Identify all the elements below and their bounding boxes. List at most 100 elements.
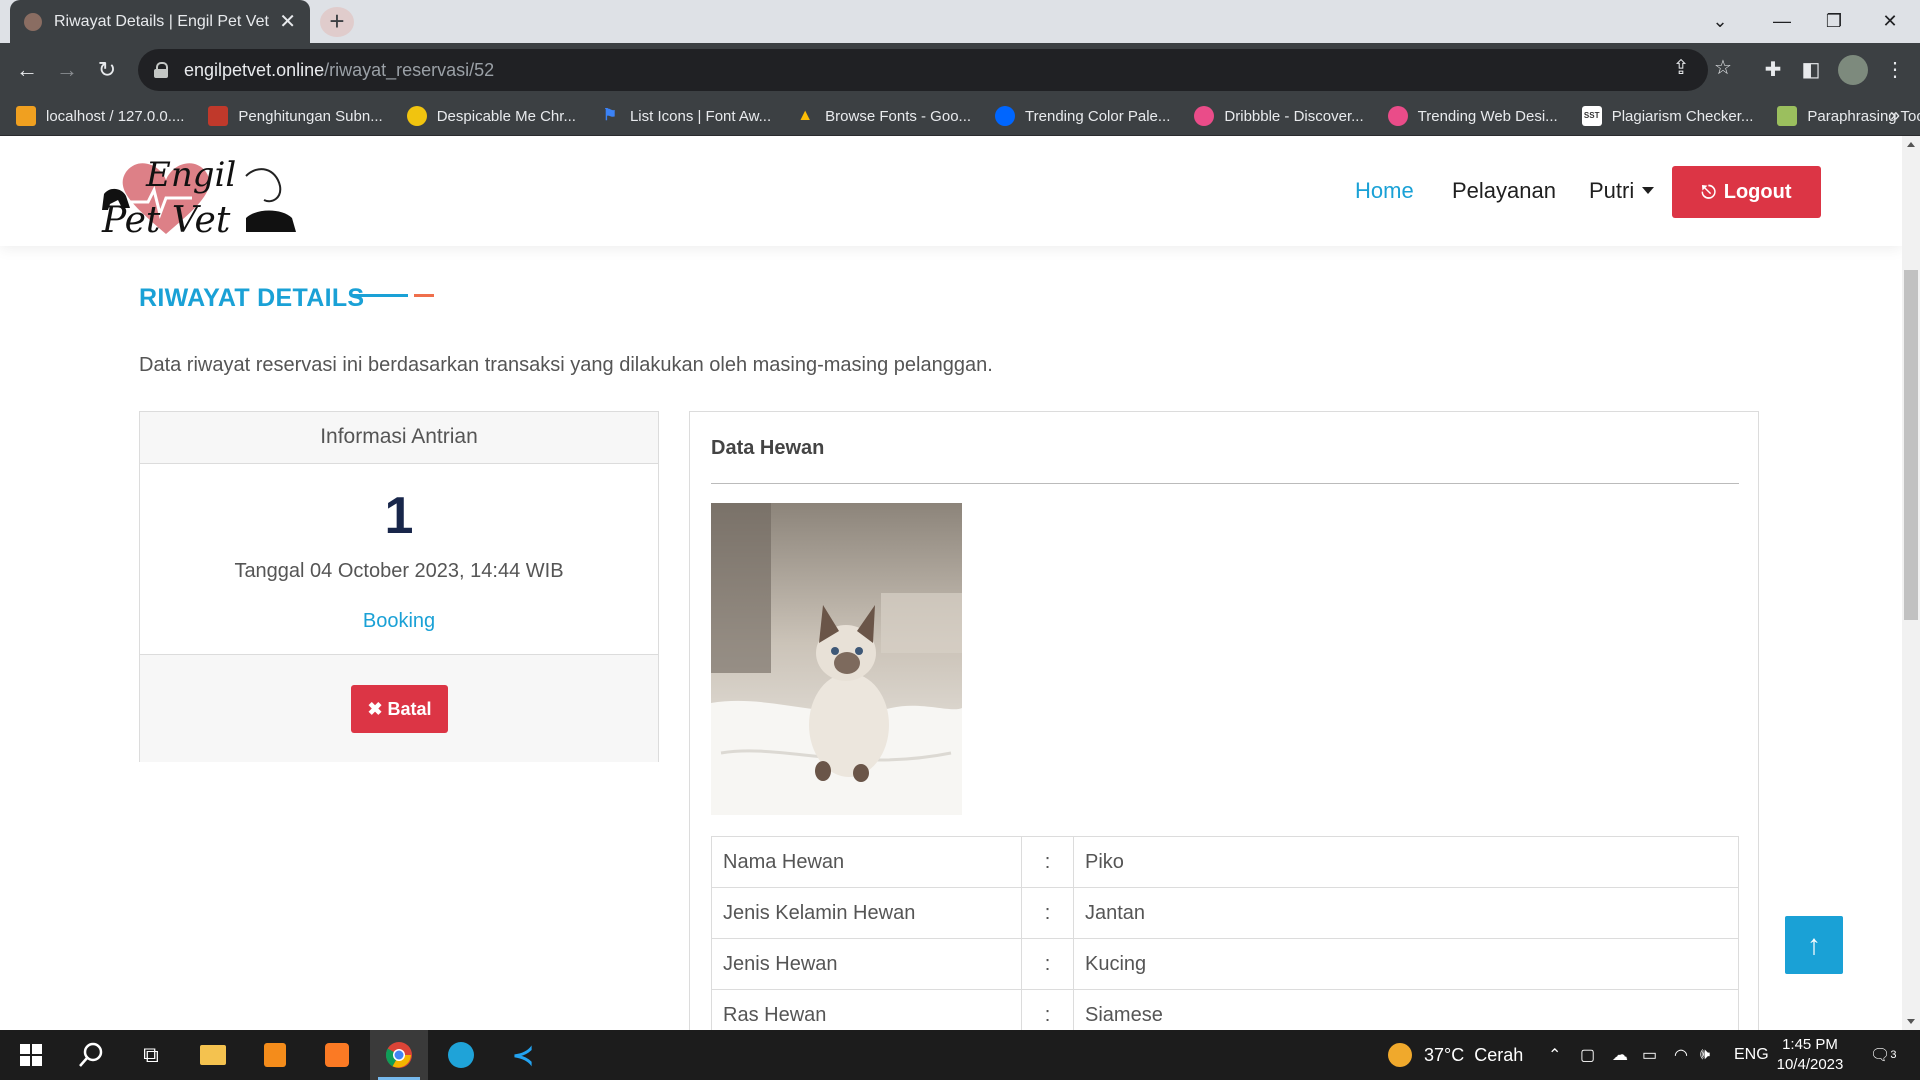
section-title: RIWAYAT DETAILS [139, 284, 365, 312]
pet-details-table: Nama Hewan : Piko Jenis Kelamin Hewan : … [711, 836, 1739, 1030]
address-bar[interactable]: engilpetvet.online/riwayat_reservasi/52 [138, 49, 1708, 91]
extensions-icon[interactable]: ✚ [1758, 55, 1788, 85]
close-tab-icon[interactable]: ✕ [279, 9, 296, 34]
divider [711, 483, 1739, 484]
sst-icon: SST [1581, 106, 1602, 126]
bookmark-star-icon[interactable]: ☆ [1708, 53, 1738, 83]
restore-button[interactable]: ❐ [1804, 0, 1864, 43]
nav-home[interactable]: Home [1355, 178, 1414, 204]
site-favicon-icon [24, 12, 42, 31]
browser-tab[interactable]: Riwayat Details | Engil Pet Vet ✕ [10, 0, 310, 43]
new-tab-button[interactable]: + [320, 7, 354, 37]
nav-pelayanan[interactable]: Pelayanan [1452, 178, 1556, 204]
bookmark-item[interactable]: Dribbble - Discover... [1194, 106, 1364, 126]
bookmarks-bar: localhost / 127.0.0.... Penghitungan Sub… [0, 97, 1920, 136]
title-underline [352, 294, 408, 297]
pet-card-heading: Data Hewan [711, 437, 825, 459]
notifications-icon[interactable]: 🗨 3 [1870, 1030, 1896, 1080]
bookmark-item[interactable]: Trending Web Desi... [1387, 106, 1558, 126]
clock-date: 10/4/2023 [1776, 1056, 1844, 1073]
search-icon[interactable] [62, 1030, 120, 1080]
volume-icon[interactable]: 🕪 [1700, 1030, 1710, 1080]
file-explorer-icon[interactable] [184, 1030, 242, 1080]
vscode-icon[interactable]: ≺ [494, 1030, 552, 1080]
bookmark-item[interactable]: Trending Color Pale... [995, 106, 1170, 126]
site-header: Engil Pet Vet Home Pelayanan Putri ⎋ Log… [0, 136, 1902, 246]
nav-user-dropdown[interactable]: Putri [1589, 178, 1655, 204]
cancel-label: Batal [387, 698, 432, 719]
quillbot-icon [1777, 106, 1798, 126]
menu-icon[interactable]: ⋮ [1880, 55, 1910, 85]
url-path: /riwayat_reservasi/52 [324, 59, 495, 80]
bookmark-item[interactable]: SST Plagiarism Checker... [1581, 106, 1753, 126]
queue-number: 1 [384, 487, 414, 545]
cancel-button[interactable]: ✖ Batal [351, 685, 448, 733]
reload-icon[interactable]: ↻ [90, 53, 124, 87]
edge-icon[interactable] [432, 1030, 490, 1080]
dribbble-icon [1387, 106, 1408, 126]
onedrive-icon[interactable]: ☁ [1612, 1030, 1628, 1080]
meet-now-icon[interactable]: ▢ [1580, 1030, 1595, 1080]
row-separator: : [1021, 836, 1074, 888]
forward-icon[interactable]: → [50, 53, 84, 87]
browser-toolbar: ← → ↻ engilpetvet.online/riwayat_reserva… [0, 43, 1920, 97]
row-separator: : [1021, 989, 1074, 1030]
row-value: Piko [1073, 836, 1739, 888]
windows-start-icon[interactable] [2, 1030, 60, 1080]
scroll-down-icon[interactable] [1907, 1019, 1915, 1024]
logout-button[interactable]: ⎋ Logout [1672, 166, 1821, 218]
weather-widget[interactable]: 37°C Cerah [1388, 1030, 1523, 1080]
sign-out-icon: ⎋ [1701, 181, 1716, 202]
row-separator: : [1021, 887, 1074, 939]
queue-card-body: 1 Tanggal 04 October 2023, 14:44 WIB Boo… [140, 464, 658, 654]
url-host: engilpetvet.online [184, 59, 325, 80]
queue-card-heading: Informasi Antrian [140, 412, 658, 464]
language-indicator[interactable]: ENG [1734, 1030, 1769, 1080]
scrollbar-thumb[interactable] [1904, 270, 1918, 620]
page-scrollbar[interactable] [1902, 136, 1920, 1030]
sublime-text-icon[interactable] [246, 1030, 304, 1080]
queue-status: Booking [362, 610, 436, 632]
bookmark-label: Paraphrasing Tool [1807, 107, 1920, 125]
bookmark-item[interactable]: ▲ Browse Fonts - Goo... [795, 106, 971, 126]
more-bookmarks-icon[interactable]: » [1890, 105, 1900, 126]
temperature: 37°C [1424, 1044, 1465, 1065]
user-name: Putri [1589, 178, 1635, 203]
scroll-up-icon[interactable] [1907, 142, 1915, 147]
row-value: Kucing [1073, 938, 1739, 990]
xampp-icon[interactable] [308, 1030, 366, 1080]
back-to-top-button[interactable]: ↑ [1785, 916, 1843, 974]
tab-search-icon[interactable]: ⌄ [1690, 0, 1750, 43]
bookmark-label: List Icons | Font Aw... [629, 107, 772, 125]
show-hidden-icons[interactable]: ⌃ [1548, 1030, 1561, 1080]
back-icon[interactable]: ← [10, 53, 44, 87]
bookmark-item[interactable]: Despicable Me Chr... [406, 106, 576, 126]
system-clock[interactable]: 1:45 PM 10/4/2023 [1765, 1035, 1855, 1075]
side-panel-icon[interactable]: ◧ [1796, 55, 1826, 85]
task-view-icon[interactable]: ⧉ [122, 1030, 180, 1080]
minimize-button[interactable]: — [1752, 0, 1812, 43]
chrome-icon[interactable] [370, 1030, 428, 1080]
bookmark-label: Dribbble - Discover... [1224, 107, 1364, 125]
svg-text:Pet Vet: Pet Vet [101, 200, 231, 241]
bookmark-item[interactable]: ⚑ List Icons | Font Aw... [600, 106, 771, 126]
engil-pet-vet-logo[interactable]: Engil Pet Vet [96, 146, 302, 242]
wifi-icon[interactable]: ◠ [1674, 1030, 1688, 1080]
bookmark-item[interactable]: localhost / 127.0.0.... [16, 106, 184, 126]
row-label: Jenis Kelamin Hewan [711, 887, 1022, 939]
battery-icon[interactable]: ▭ [1642, 1030, 1657, 1080]
row-label: Jenis Hewan [711, 938, 1022, 990]
close-window-button[interactable]: ✕ [1860, 0, 1920, 43]
bookmark-label: Despicable Me Chr... [436, 107, 576, 125]
share-icon[interactable]: ⇪ [1666, 53, 1696, 83]
table-row: Jenis Kelamin Hewan : Jantan [711, 887, 1739, 939]
queue-date: Tanggal 04 October 2023, 14:44 WIB [234, 560, 564, 582]
pet-data-card: Data Hewan Nama Hewan: Piko Jenis Kelam… [689, 411, 1759, 1030]
bookmark-item[interactable]: Penghitungan Subn... [208, 106, 383, 126]
flag-icon: ⚑ [602, 107, 618, 124]
row-label: Ras Hewan [711, 989, 1022, 1030]
tab-title: Riwayat Details | Engil Pet Vet [54, 12, 269, 30]
lock-icon[interactable] [154, 62, 168, 78]
bookmark-label: Penghitungan Subn... [238, 107, 383, 125]
profile-avatar[interactable] [1838, 55, 1868, 85]
